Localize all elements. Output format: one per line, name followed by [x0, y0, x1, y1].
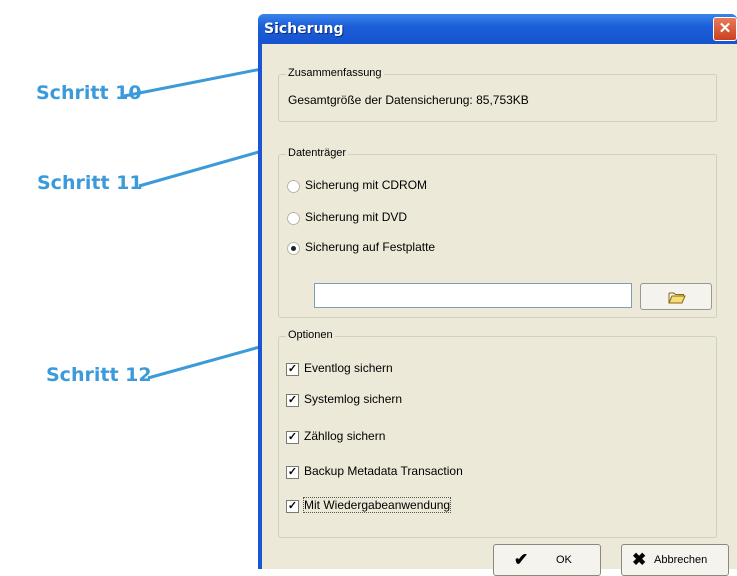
- folder-open-icon: [668, 292, 686, 304]
- radio-dvd-button[interactable]: [287, 212, 300, 225]
- cancel-button-label: Abbrechen: [654, 554, 708, 566]
- x-icon: ✖: [632, 550, 647, 569]
- browse-folder-button[interactable]: [640, 283, 712, 310]
- options-legend: Optionen: [286, 329, 335, 341]
- title-bar[interactable]: Sicherung ✕: [258, 14, 737, 44]
- option-playback-label[interactable]: Mit Wiedergabeanwendung: [302, 497, 452, 513]
- radio-harddisk-button[interactable]: [287, 242, 300, 255]
- checkbox-countlog[interactable]: ✓: [286, 431, 299, 444]
- checkbox-systemlog[interactable]: ✓: [286, 394, 299, 407]
- callout-step-12: Schritt 12: [46, 364, 152, 386]
- total-size-text: Gesamtgröße der Datensicherung: 85,753KB: [288, 93, 529, 107]
- callout-step-11: Schritt 11: [37, 172, 143, 194]
- ok-button-label: OK: [556, 554, 572, 566]
- checkbox-playback[interactable]: ✓: [286, 500, 299, 513]
- checkbox-metadata[interactable]: ✓: [286, 466, 299, 479]
- radio-harddisk-label[interactable]: Sicherung auf Festplatte: [305, 240, 435, 254]
- callout-step-10: Schritt 10: [36, 82, 142, 104]
- backup-path-input[interactable]: [314, 283, 632, 308]
- close-button[interactable]: ✕: [713, 17, 737, 41]
- summary-group: Zusammenfassung Gesamtgröße der Datensic…: [278, 67, 717, 122]
- option-metadata-label[interactable]: Backup Metadata Transaction: [304, 464, 463, 478]
- radio-cdrom-button[interactable]: [287, 180, 300, 193]
- cancel-button[interactable]: ✖ Abbrechen: [621, 544, 729, 576]
- backup-dialog: Sicherung ✕ Zusammenfassung Gesamtgröße …: [258, 14, 737, 576]
- dialog-client-area: Zusammenfassung Gesamtgröße der Datensic…: [262, 44, 737, 576]
- checkmark-icon: ✔: [514, 550, 529, 569]
- media-legend: Datenträger: [286, 147, 349, 159]
- radio-cdrom-label[interactable]: Sicherung mit CDROM: [305, 178, 427, 192]
- radio-dvd-label[interactable]: Sicherung mit DVD: [305, 210, 407, 224]
- option-systemlog-label[interactable]: Systemlog sichern: [304, 392, 402, 406]
- checkbox-eventlog[interactable]: ✓: [286, 363, 299, 376]
- option-countlog-label[interactable]: Zähllog sichern: [304, 429, 385, 443]
- close-icon: ✕: [718, 20, 732, 37]
- summary-legend: Zusammenfassung: [286, 67, 384, 79]
- ok-button[interactable]: ✔ OK: [493, 544, 601, 576]
- option-eventlog-label[interactable]: Eventlog sichern: [304, 361, 393, 375]
- window-title: Sicherung: [264, 21, 344, 37]
